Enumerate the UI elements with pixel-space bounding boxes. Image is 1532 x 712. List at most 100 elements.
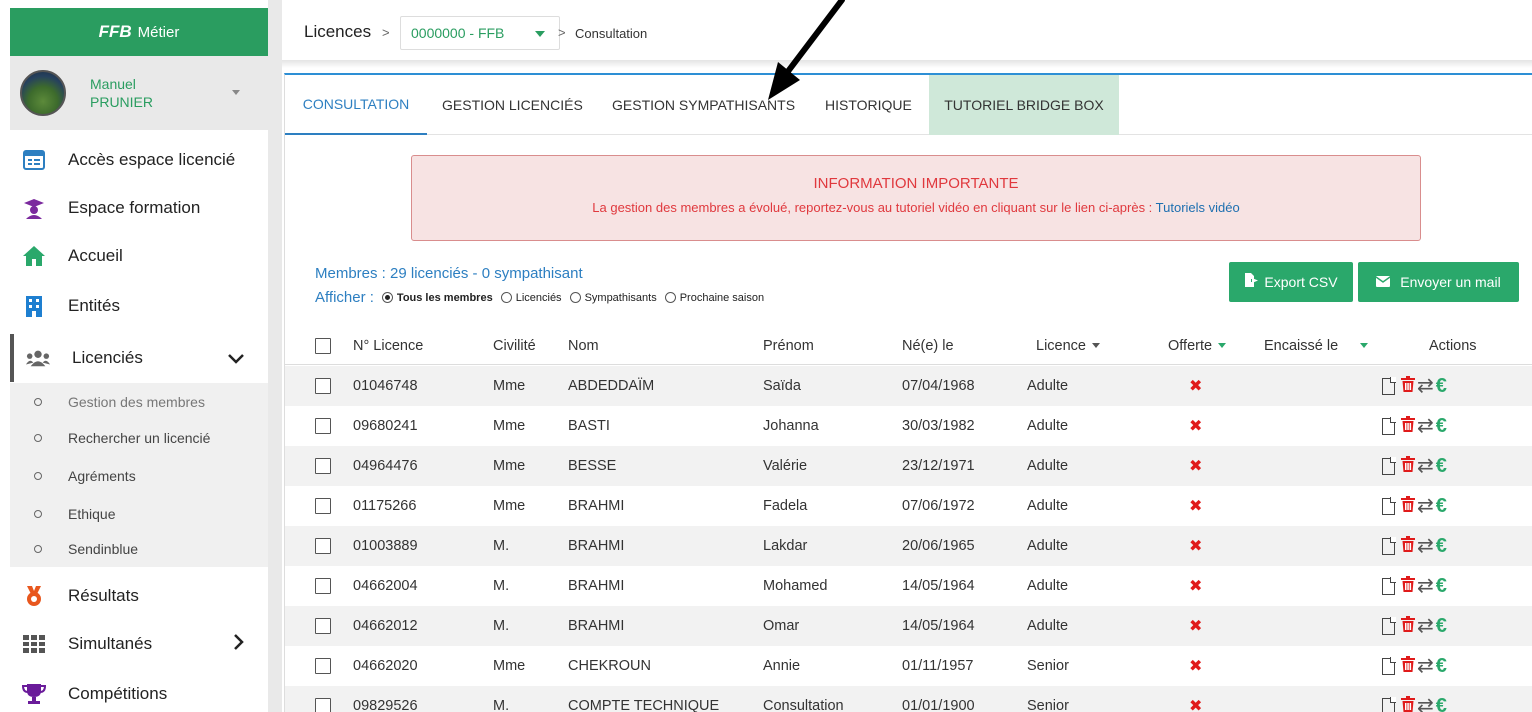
radio-licencies[interactable]: Licenciés [500,292,562,304]
row-checkbox[interactable] [315,538,331,554]
bullet-icon [34,545,42,553]
col-offerte[interactable]: Offerte [1168,327,1227,364]
trash-icon[interactable] [1401,415,1415,437]
sidebar-item-entites[interactable]: Entités [10,282,268,330]
sidebar-item-espace-formation[interactable]: Espace formation [10,184,268,232]
submenu-item-ethique[interactable]: Ethique [10,496,268,532]
euro-icon[interactable]: € [1436,495,1447,518]
document-icon[interactable] [1382,577,1396,595]
euro-icon[interactable]: € [1436,575,1447,598]
euro-icon[interactable]: € [1436,415,1447,438]
send-mail-button[interactable]: Envoyer un mail [1358,262,1519,302]
table-row[interactable]: 04662020 Mme CHEKROUN Annie 01/11/1957 Senior… [285,646,1532,686]
sidebar-item-competitions[interactable]: Compétitions [10,670,268,712]
document-icon[interactable] [1382,377,1396,395]
sidebar-item-resultats[interactable]: Résultats [10,572,268,620]
select-all-checkbox[interactable] [315,337,331,354]
table-row[interactable]: 09680241 Mme BASTI Johanna 30/03/1982 Adulte ✖… [285,406,1532,446]
document-icon[interactable] [1382,497,1396,515]
trash-icon[interactable] [1401,695,1415,712]
tab-historique[interactable]: HISTORIQUE [825,75,912,135]
col-prenom[interactable]: Prénom [763,327,814,364]
submenu-item-sendinblue[interactable]: Sendinblue [10,531,268,567]
document-icon[interactable] [1382,617,1396,635]
trash-icon[interactable] [1401,615,1415,637]
tab-consultation[interactable]: CONSULTATION [285,75,427,135]
euro-icon[interactable]: € [1436,695,1447,712]
radio-prochaine-saison[interactable]: Prochaine saison [664,292,764,304]
transfer-icon[interactable]: ⇄ [1417,656,1434,676]
submenu-item-agrements[interactable]: Agréments [10,458,268,494]
sidebar-item-acces-espace-licencie[interactable]: Accès espace licencié [10,136,268,184]
table-row[interactable]: 09829526 M. COMPTE TECHNIQUE Consultation 01… [285,686,1532,712]
chevron-right-icon[interactable] [234,633,244,655]
col-licence-no[interactable]: N° Licence [353,327,423,364]
row-checkbox[interactable] [315,578,331,594]
breadcrumb-root[interactable]: Licences [304,22,371,42]
row-checkbox[interactable] [315,498,331,514]
euro-icon[interactable]: € [1436,455,1447,478]
brand-header[interactable]: FFB Métier [10,8,268,56]
radio-icon [500,292,512,303]
caret-down-icon[interactable] [232,90,240,95]
sidebar-item-accueil[interactable]: Accueil [10,232,268,280]
trash-icon[interactable] [1401,375,1415,397]
sidebar-item-licencies[interactable]: Licenciés [10,334,268,382]
entity-select[interactable]: 0000000 - FFB [400,16,560,50]
row-checkbox[interactable] [315,378,331,394]
submenu-item-gestion-des-membres[interactable]: Gestion des membres [10,384,268,420]
col-ne-le[interactable]: Né(e) le [902,327,954,364]
trash-icon[interactable] [1401,495,1415,517]
euro-icon[interactable]: € [1436,535,1447,558]
document-icon[interactable] [1382,697,1396,712]
document-icon[interactable] [1382,537,1396,555]
transfer-icon[interactable]: ⇄ [1417,576,1434,596]
trash-icon[interactable] [1401,655,1415,677]
transfer-icon[interactable]: ⇄ [1417,416,1434,436]
table-row[interactable]: 04964476 Mme BESSE Valérie 23/12/1971 Adulte ✖… [285,446,1532,486]
export-csv-button[interactable]: Export CSV [1229,262,1353,302]
tab-gestion-sympathisants[interactable]: GESTION SYMPATHISANTS [612,75,795,135]
trash-icon[interactable] [1401,455,1415,477]
user-panel[interactable]: Manuel PRUNIER [10,56,268,130]
trash-icon[interactable] [1401,535,1415,557]
col-licence[interactable]: Licence [1036,327,1100,364]
transfer-icon[interactable]: ⇄ [1417,696,1434,712]
row-checkbox[interactable] [315,618,331,634]
row-checkbox[interactable] [315,418,331,434]
euro-icon[interactable]: € [1436,655,1447,678]
radio-sympathisants[interactable]: Sympathisants [569,292,657,304]
transfer-icon[interactable]: ⇄ [1417,616,1434,636]
transfer-icon[interactable]: ⇄ [1417,456,1434,476]
row-checkbox[interactable] [315,458,331,474]
row-checkbox[interactable] [315,658,331,674]
row-checkbox[interactable] [315,698,331,712]
tutorial-video-link[interactable]: Tutoriels vidéo [1156,200,1240,215]
breadcrumb-separator: > [382,25,390,40]
transfer-icon[interactable]: ⇄ [1417,536,1434,556]
sidebar-item-simultanes[interactable]: Simultanés [10,620,268,668]
tab-tutoriel-bridge-box[interactable]: TUTORIEL BRIDGE BOX [929,75,1119,135]
tab-gestion-licencies[interactable]: GESTION LICENCIÉS [442,75,583,135]
document-icon[interactable] [1382,457,1396,475]
row-actions: ⇄ € [1382,606,1447,646]
col-civilite[interactable]: Civilité [493,327,536,364]
euro-icon[interactable]: € [1436,615,1447,638]
transfer-icon[interactable]: ⇄ [1417,496,1434,516]
euro-icon[interactable]: € [1436,375,1447,398]
table-row[interactable]: 04662012 M. BRAHMI Omar 14/05/1964 Adulte ✖ ⇄ € [285,606,1532,646]
chevron-down-icon[interactable] [228,348,244,369]
submenu-item-rechercher-un-licencie[interactable]: Rechercher un licencié [10,420,268,456]
cell-ne-le: 01/01/1900 [902,698,975,712]
trash-icon[interactable] [1401,575,1415,597]
col-nom[interactable]: Nom [568,327,599,364]
table-row[interactable]: 01175266 Mme BRAHMI Fadela 07/06/1972 Adulte ✖… [285,486,1532,526]
radio-tous-les-membres[interactable]: Tous les membres [381,292,493,304]
document-icon[interactable] [1382,657,1396,675]
col-encaisse[interactable]: Encaissé le [1264,327,1369,364]
table-row[interactable]: 01046748 Mme ABDEDDAÏM Saïda 07/04/1968 Adult… [285,366,1532,406]
document-icon[interactable] [1382,417,1396,435]
table-row[interactable]: 04662004 M. BRAHMI Mohamed 14/05/1964 Adulte ✖… [285,566,1532,606]
table-row[interactable]: 01003889 M. BRAHMI Lakdar 20/06/1965 Adulte ✖ ⇄… [285,526,1532,566]
transfer-icon[interactable]: ⇄ [1417,376,1434,396]
